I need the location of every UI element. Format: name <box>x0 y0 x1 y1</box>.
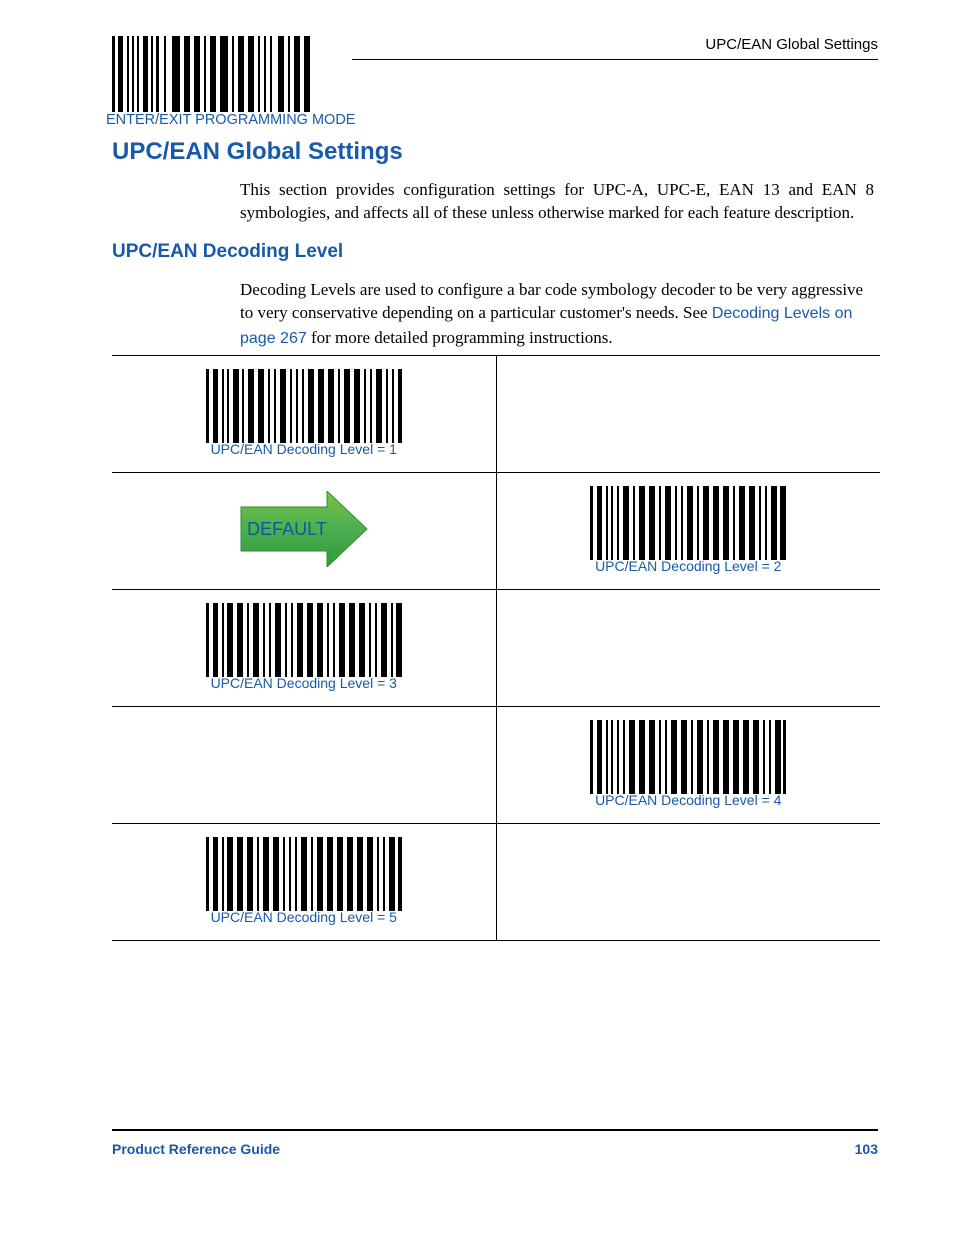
footer-rule <box>112 1129 878 1131</box>
footer-title: Product Reference Guide <box>112 1141 280 1157</box>
header-rule <box>352 59 878 60</box>
cell-level-4: UPC/EAN Decoding Level = 4 <box>496 707 880 824</box>
default-label: DEFAULT <box>247 519 327 539</box>
cell-empty <box>496 824 880 941</box>
barcode-label: UPC/EAN Decoding Level = 1 <box>206 441 402 457</box>
barcode-label: UPC/EAN Decoding Level = 2 <box>590 558 786 574</box>
section-heading: UPC/EAN Global Settings <box>112 138 403 166</box>
barcode-icon <box>590 486 786 560</box>
barcode-label: UPC/EAN Decoding Level = 4 <box>590 792 786 808</box>
para-text-post: for more detailed programming instructio… <box>307 328 613 347</box>
subsection-heading: UPC/EAN Decoding Level <box>112 241 343 263</box>
barcode-icon <box>206 837 402 911</box>
page-number: 103 <box>855 1141 878 1157</box>
barcode-grid: UPC/EAN Decoding Level = 1 <box>112 355 880 941</box>
cell-level-1: UPC/EAN Decoding Level = 1 <box>112 356 496 473</box>
default-arrow-icon: DEFAULT <box>239 491 369 572</box>
cell-empty <box>496 590 880 707</box>
barcode-icon <box>206 603 402 677</box>
cell-empty <box>496 356 880 473</box>
cell-empty <box>112 707 496 824</box>
cell-level-5: UPC/EAN Decoding Level = 5 <box>112 824 496 941</box>
barcode-icon <box>590 720 786 794</box>
cell-level-2: UPC/EAN Decoding Level = 2 <box>496 473 880 590</box>
decoding-level-paragraph: Decoding Levels are used to configure a … <box>240 278 874 350</box>
barcode-icon <box>206 369 402 443</box>
cell-level-3: UPC/EAN Decoding Level = 3 <box>112 590 496 707</box>
running-head: UPC/EAN Global Settings <box>705 36 878 53</box>
cell-default: DEFAULT <box>112 473 496 590</box>
intro-paragraph: This section provides configuration sett… <box>240 178 874 225</box>
page: UPC/EAN Global Settings ENTER/EXIT PROGR… <box>0 0 954 1235</box>
barcode-label: UPC/EAN Decoding Level = 3 <box>206 675 402 691</box>
programming-mode-barcode <box>112 36 310 112</box>
programming-mode-label: ENTER/EXIT PROGRAMMING MODE <box>106 112 355 128</box>
barcode-label: UPC/EAN Decoding Level = 5 <box>206 909 402 925</box>
